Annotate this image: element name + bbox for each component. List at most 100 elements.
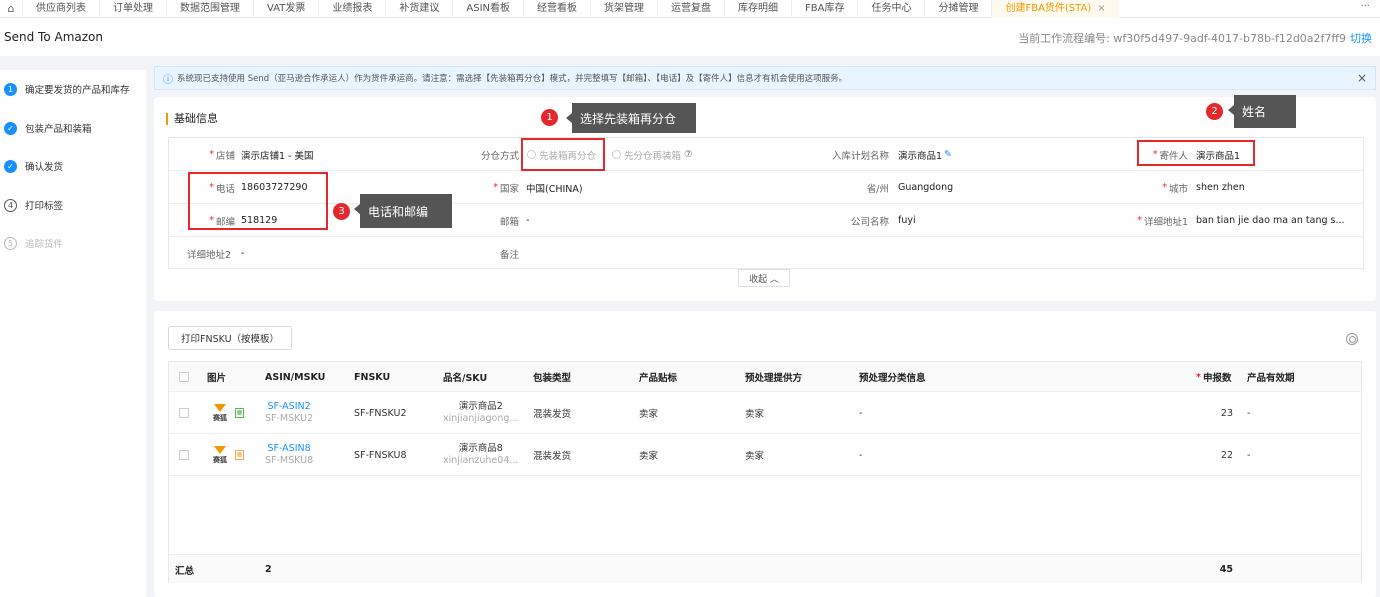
- col-fnsku: FNSKU: [354, 371, 391, 383]
- step-3[interactable]: ✓ 确认发货: [4, 156, 63, 176]
- spreadsheet-icon[interactable]: ▦: [235, 450, 244, 460]
- close-icon[interactable]: ×: [1357, 71, 1367, 85]
- annotation-callout-2: 姓名: [1228, 95, 1296, 128]
- email-value: -: [526, 215, 530, 226]
- step-1[interactable]: 1 确定要发货的产品和库存: [4, 79, 130, 99]
- page-title: Send To Amazon: [4, 30, 103, 44]
- info-row: 详细地址2 - 备注: [169, 237, 1363, 270]
- address1-label: * 详细地址1: [1137, 215, 1188, 228]
- col-prep-provider: 预处理提供方: [745, 373, 803, 384]
- split-option-2[interactable]: 先分仓再装箱 ⑦: [612, 138, 693, 171]
- product-name: 演示商品8: [458, 443, 503, 454]
- prep-provider-cell: 卖家: [745, 409, 765, 420]
- help-icon: ⑦: [684, 149, 693, 160]
- msku-text: SF-MSKU8: [265, 455, 314, 466]
- select-all-checkbox[interactable]: [179, 362, 189, 392]
- products-table: 图片 ASIN/MSKU FNSKU 品名/SKU 包装类型 产品贴标 预处理提…: [168, 361, 1362, 583]
- summary-count: 2: [265, 564, 272, 575]
- email-label: 邮箱: [499, 216, 519, 228]
- prep-category-cell: -: [859, 449, 863, 461]
- split-label: 分仓方式: [480, 150, 519, 162]
- close-tab-icon[interactable]: ×: [1097, 3, 1105, 14]
- step-4[interactable]: 4 打印标签: [4, 195, 63, 215]
- spreadsheet-icon[interactable]: ▦: [235, 408, 244, 418]
- section-title: 基础信息: [166, 113, 218, 125]
- step-2-check-icon: ✓: [4, 121, 17, 135]
- step-5: 5 追踪货件: [4, 233, 63, 253]
- prep-category-cell: -: [859, 407, 863, 419]
- top-tab-bar: ⌂ 供应商列表 订单处理 数据范围管理 VAT发票 业绩报表 补货建议 ASIN…: [0, 0, 1380, 18]
- col-image: 图片: [207, 373, 227, 384]
- tab-restock-advice[interactable]: 补货建议: [385, 0, 452, 18]
- province-label: 省/州: [866, 183, 889, 195]
- col-expiry: 产品有效期: [1247, 373, 1295, 384]
- col-label: 产品贴标: [639, 373, 678, 384]
- step-5-label: 追踪货件: [25, 239, 64, 250]
- tab-ops-review[interactable]: 运营复盘: [657, 0, 724, 18]
- annotation-badge-1: 1: [541, 109, 558, 126]
- split-option-2-label: 先分仓再装箱: [624, 150, 682, 162]
- asin-link[interactable]: SF-ASIN2: [267, 401, 310, 413]
- tab-create-fba-shipment[interactable]: 创建FBA货件(STA) ×: [991, 0, 1119, 18]
- pack-type-cell: 混装发货: [533, 409, 572, 420]
- info-row: * 电话 18603727290 * 国家 中国(CHINA) 省/州 Guangd…: [169, 171, 1363, 204]
- step-sidebar: 1 确定要发货的产品和库存 ✓ 包装产品和装箱 ✓ 确认发货 4 打印标签 5 追踪货件: [0, 70, 146, 597]
- address2-value: -: [241, 248, 245, 259]
- col-name-sku: 品名/SKU: [443, 373, 488, 384]
- row-checkbox[interactable]: [179, 392, 189, 434]
- province-value: Guangdong: [898, 182, 954, 193]
- tab-inventory-detail[interactable]: 库存明细: [724, 0, 791, 18]
- asin-link[interactable]: SF-ASIN8: [267, 443, 310, 455]
- highlight-sender: [1137, 140, 1255, 166]
- annotation-callout-3: 电话和邮编: [354, 194, 452, 228]
- table-row: 赛狐 ▦ SF-ASIN2 SF-MSKU2 SF-FNSKU2 演示商品2 xinj…: [169, 392, 1361, 434]
- collapse-button[interactable]: 收起 ︿: [738, 269, 790, 287]
- col-prep-category: 预处理分类信息: [859, 373, 926, 384]
- print-fnsku-button[interactable]: 打印FNSKU（按模板）: [168, 326, 293, 350]
- store-label-text: 店铺: [215, 150, 235, 162]
- label-cell: 卖家: [639, 409, 659, 420]
- tab-asin-board[interactable]: ASIN看板: [452, 0, 523, 18]
- remark-label: 备注: [499, 249, 519, 261]
- col-pack-type: 包装类型: [533, 373, 572, 384]
- home-icon[interactable]: ⌂: [0, 2, 22, 15]
- prep-provider-cell: 卖家: [745, 451, 765, 462]
- tab-supplier-list[interactable]: 供应商列表: [22, 0, 99, 18]
- step-3-check-icon: ✓: [4, 159, 17, 173]
- tab-data-scope[interactable]: 数据范围管理: [166, 0, 253, 18]
- settings-gear-icon[interactable]: [1346, 333, 1358, 345]
- step-4-label: 打印标签: [25, 201, 64, 212]
- tab-task-center[interactable]: 任务中心: [857, 0, 924, 18]
- tab-business-board[interactable]: 经营看板: [523, 0, 590, 18]
- asin-msku-cell: SF-ASIN8 SF-MSKU8: [265, 434, 313, 476]
- switch-link[interactable]: 切换: [1350, 32, 1372, 45]
- row-checkbox[interactable]: [179, 434, 189, 476]
- step-2[interactable]: ✓ 包装产品和装箱: [4, 118, 92, 138]
- tab-vat-invoice[interactable]: VAT发票: [253, 0, 318, 18]
- address2-label: 详细地址2: [186, 249, 231, 261]
- col-quantity-label: 申报数: [1202, 373, 1232, 384]
- table-header: 图片 ASIN/MSKU FNSKU 品名/SKU 包装类型 产品贴标 预处理提…: [169, 362, 1361, 392]
- tab-fba-inventory[interactable]: FBA库存: [791, 0, 857, 18]
- edit-icon[interactable]: ✎: [944, 149, 952, 160]
- step-2-label: 包装产品和装箱: [25, 124, 92, 135]
- products-card: 打印FNSKU（按模板） 图片 ASIN/MSKU FNSKU 品名/SKU 包…: [154, 311, 1376, 597]
- sku-text: xinjianzuhe04...: [443, 455, 519, 466]
- tab-allocation[interactable]: 分摊管理: [924, 0, 991, 18]
- page-header: Send To Amazon 当前工作流程编号: wf30f5d497-9adf…: [0, 18, 1380, 56]
- product-name: 演示商品2: [458, 401, 503, 412]
- country-label-text: 国家: [499, 183, 519, 195]
- more-tabs-icon[interactable]: ···: [1360, 0, 1370, 14]
- plan-label: 入库计划名称: [831, 150, 889, 162]
- msku-text: SF-MSKU2: [265, 413, 314, 424]
- annotation-badge-2: 2: [1206, 103, 1223, 120]
- tab-performance-report[interactable]: 业绩报表: [318, 0, 385, 18]
- quantity-cell[interactable]: 23: [1221, 392, 1233, 434]
- expiry-cell: -: [1247, 407, 1251, 419]
- quantity-cell[interactable]: 22: [1221, 434, 1233, 476]
- tab-shelf-management[interactable]: 货架管理: [590, 0, 657, 18]
- store-label: * 店铺: [209, 149, 235, 162]
- product-image: 赛狐 ▦: [209, 392, 244, 434]
- step-4-number: 4: [4, 198, 17, 212]
- tab-order-processing[interactable]: 订单处理: [99, 0, 166, 18]
